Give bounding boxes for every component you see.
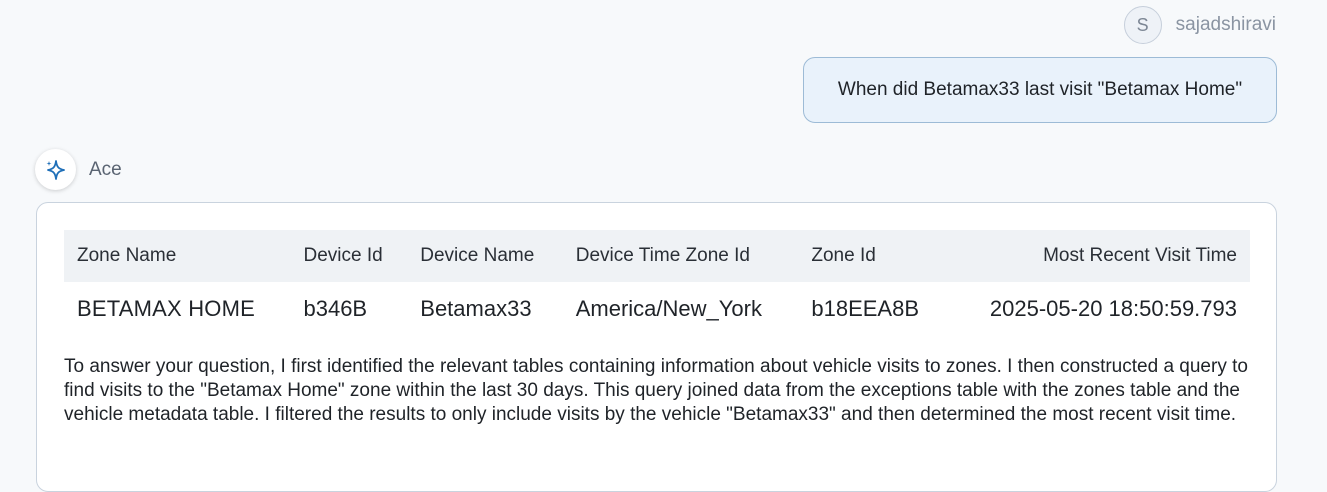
sparkle-icon [35,149,76,190]
column-header[interactable]: Most Recent Visit Time [947,230,1250,282]
table-row: BETAMAX HOME b346B Betamax33 America/New… [64,282,1250,336]
table-cell: b346B [303,296,368,321]
user-header: S sajadshiravi [1123,6,1276,44]
user-message-bubble: When did Betamax33 last visit "Betamax H… [803,57,1277,123]
user-avatar[interactable]: S [1123,6,1162,44]
answer-card: Zone Name Device Id Device Name Device T… [36,202,1277,492]
column-header[interactable]: Zone Name [64,230,290,282]
table-header-row: Zone Name Device Id Device Name Device T… [64,230,1250,282]
table-cell: 2025-05-20 18:50:59.793 [989,296,1237,321]
table-cell: America/New_York [575,296,762,321]
table-cell: BETAMAX HOME [77,296,256,321]
assistant-header: Ace [35,149,122,190]
user-name: sajadshiravi [1175,14,1276,35]
column-header[interactable]: Zone Id [798,230,946,282]
answer-explanation: To answer your question, I first identif… [64,356,1248,425]
column-header[interactable]: Device Name [407,230,562,282]
user-message-text: When did Betamax33 last visit "Betamax H… [837,79,1243,100]
table-cell: b18EEA8B [811,296,920,321]
column-header[interactable]: Device Time Zone Id [563,230,799,282]
assistant-name: Ace [89,158,122,180]
results-table: Zone Name Device Id Device Name Device T… [64,230,1250,336]
column-header[interactable]: Device Id [290,230,407,282]
table-cell: Betamax33 [420,296,532,321]
